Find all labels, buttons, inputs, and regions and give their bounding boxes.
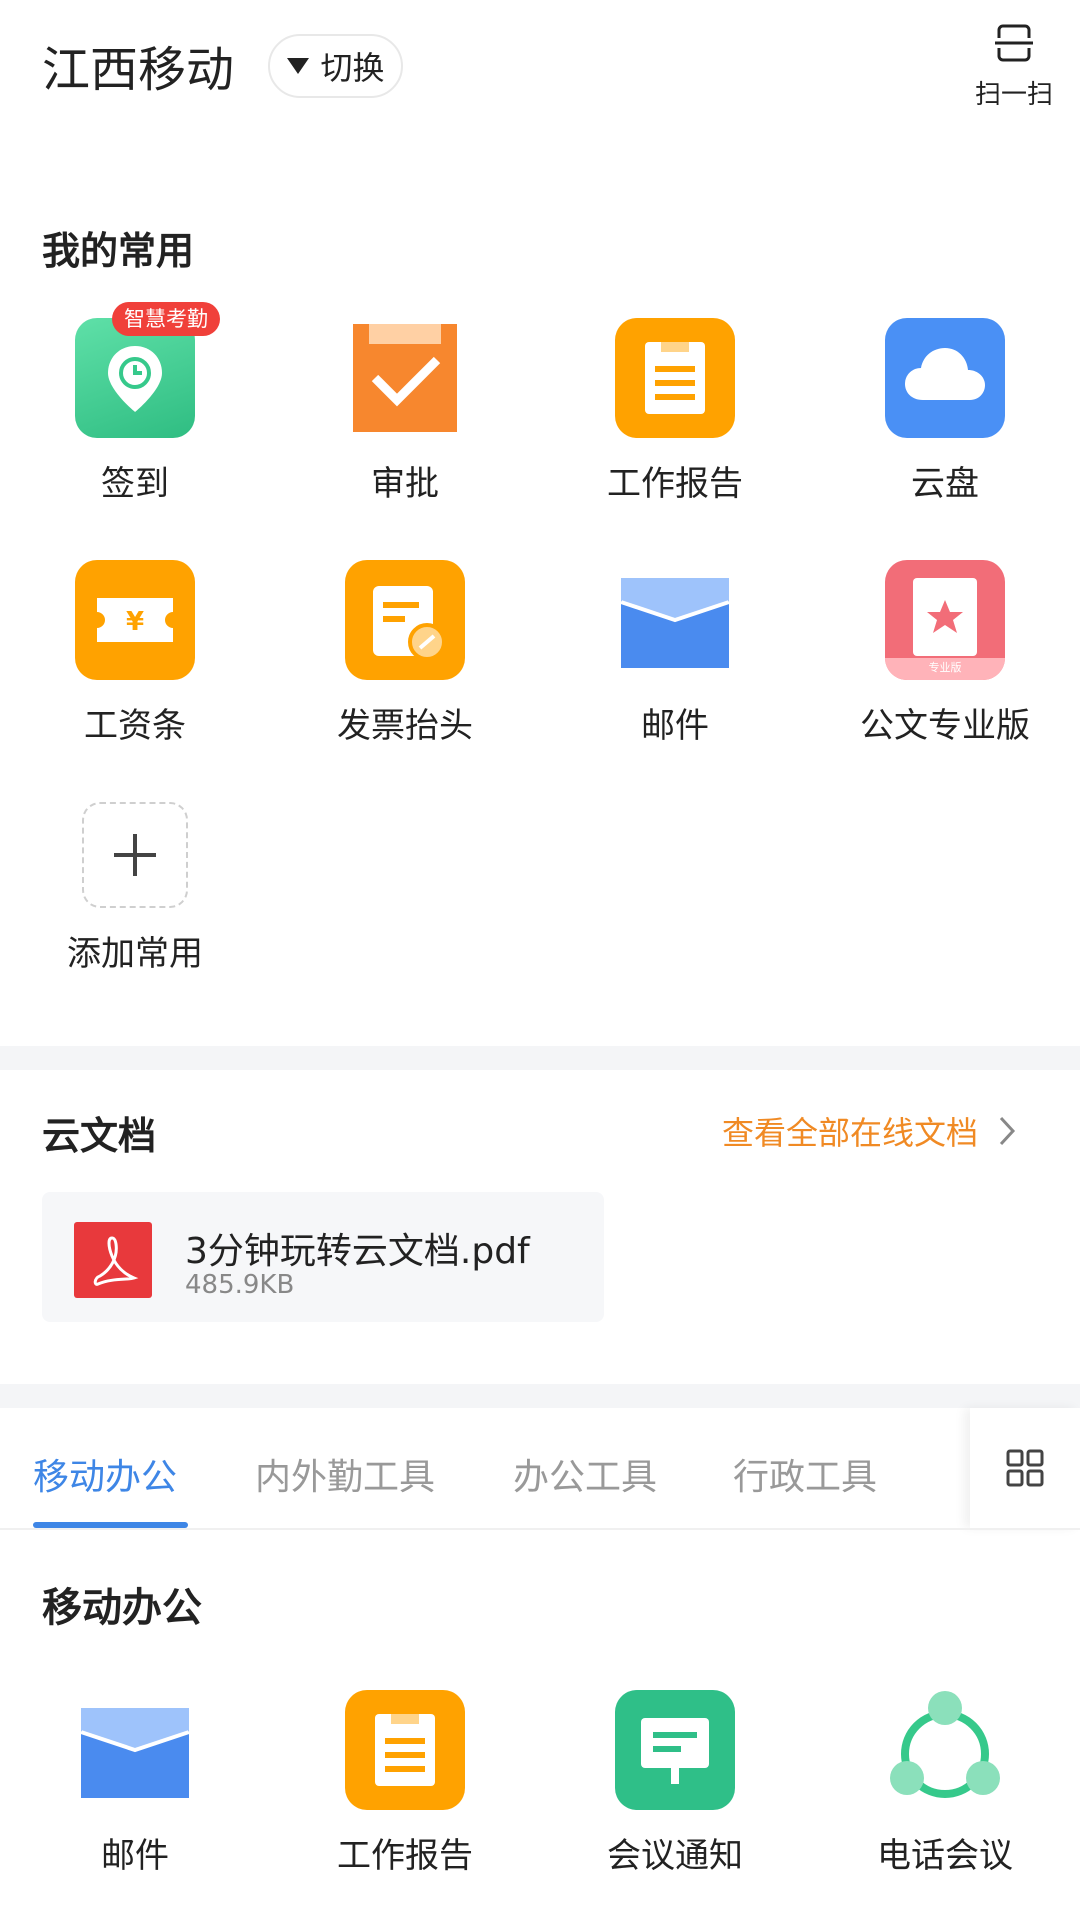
add-favorite-button[interactable]: 添加常用 (45, 802, 225, 975)
grid-item-label: 签到 (101, 464, 169, 504)
org-title: 江西移动 (42, 42, 235, 98)
document-star-icon: 专业版 (885, 560, 1005, 680)
scan-icon (995, 24, 1033, 62)
scan-label: 扫一扫 (974, 80, 1053, 110)
all-categories-button[interactable] (970, 1408, 1080, 1528)
switch-label: 切换 (320, 49, 385, 87)
switch-org-button[interactable]: 切换 (268, 34, 403, 98)
cloud-icon (885, 318, 1005, 438)
pro-tag: 专业版 (928, 661, 962, 674)
report-icon (615, 318, 735, 438)
grid-item-mail[interactable]: 邮件 (585, 560, 765, 747)
grid-item-label: 邮件 (641, 706, 709, 746)
location-clock-icon (75, 318, 195, 438)
grid-item-label: 添加常用 (67, 934, 203, 974)
grid-item-label: 邮件 (101, 1836, 169, 1876)
doc-file-size: 485.9KB (185, 1270, 295, 1300)
section-divider (0, 1384, 1080, 1408)
grid-item-checkin[interactable]: 签到 (45, 318, 225, 505)
grid-item-meeting-notice[interactable]: 会议通知 (585, 1690, 765, 1877)
view-all-docs-label: 查看全部在线文档 (722, 1114, 979, 1152)
grid-item-label: 工作报告 (337, 1836, 473, 1876)
plus-icon (82, 802, 188, 908)
grid-item-cloud-drive[interactable]: 云盘 (855, 318, 1035, 505)
salary-ticket-icon: ¥ (75, 560, 195, 680)
grid-item-conference-call[interactable]: 电话会议 (855, 1690, 1035, 1877)
grid-item-approval[interactable]: 审批 (315, 318, 495, 505)
grid-item-label: 工作报告 (607, 464, 743, 504)
tab-bar-divider (0, 1528, 1080, 1530)
section-divider (0, 1046, 1080, 1070)
mail-envelope-icon (75, 1690, 195, 1810)
grid-item-label: 审批 (371, 464, 439, 504)
tab-office-tools[interactable]: 办公工具 (513, 1448, 657, 1500)
checkmark-clipboard-icon (345, 318, 465, 438)
conference-call-icon (885, 1690, 1005, 1810)
chevron-right-icon (999, 1116, 1016, 1146)
grid-item-work-report[interactable]: 工作报告 (315, 1690, 495, 1877)
grid-item-label: 发票抬头 (337, 706, 473, 746)
grid-item-mail[interactable]: 邮件 (45, 1690, 225, 1877)
doc-file-name: 3分钟玩转云文档.pdf (185, 1231, 530, 1272)
view-all-docs-link[interactable]: 查看全部在线文档 (722, 1108, 1016, 1154)
svg-text:¥: ¥ (126, 607, 144, 637)
grid-item-label: 公文专业版 (860, 706, 1030, 746)
grid-item-label: 电话会议 (877, 1836, 1013, 1876)
tab-mobile-office[interactable]: 移动办公 (33, 1448, 177, 1500)
cloud-docs-title: 云文档 (42, 1114, 157, 1158)
favorites-title: 我的常用 (42, 229, 195, 273)
tab-field-tools[interactable]: 内外勤工具 (255, 1448, 435, 1500)
grid-item-official-docs[interactable]: 专业版 公文专业版 (855, 560, 1035, 747)
caret-down-icon (287, 58, 310, 74)
tab-admin-tools[interactable]: 行政工具 (733, 1448, 877, 1500)
grid-item-label: 云盘 (911, 464, 979, 504)
grid-icon (1006, 1449, 1044, 1487)
meeting-notice-icon (615, 1690, 735, 1810)
grid-item-label: 会议通知 (607, 1836, 743, 1876)
grid-item-label: 工资条 (84, 706, 186, 746)
grid-item-salary[interactable]: ¥ 工资条 (45, 560, 225, 747)
smart-attendance-badge: 智慧考勤 (112, 302, 220, 336)
report-icon (345, 1690, 465, 1810)
invoice-icon (345, 560, 465, 680)
grid-item-invoice[interactable]: 发票抬头 (315, 560, 495, 747)
mobile-office-title: 移动办公 (42, 1585, 202, 1631)
pdf-file-icon (74, 1222, 152, 1298)
mail-envelope-icon (615, 560, 735, 680)
grid-item-work-report[interactable]: 工作报告 (585, 318, 765, 505)
scan-button[interactable]: 扫一扫 (966, 22, 1062, 112)
